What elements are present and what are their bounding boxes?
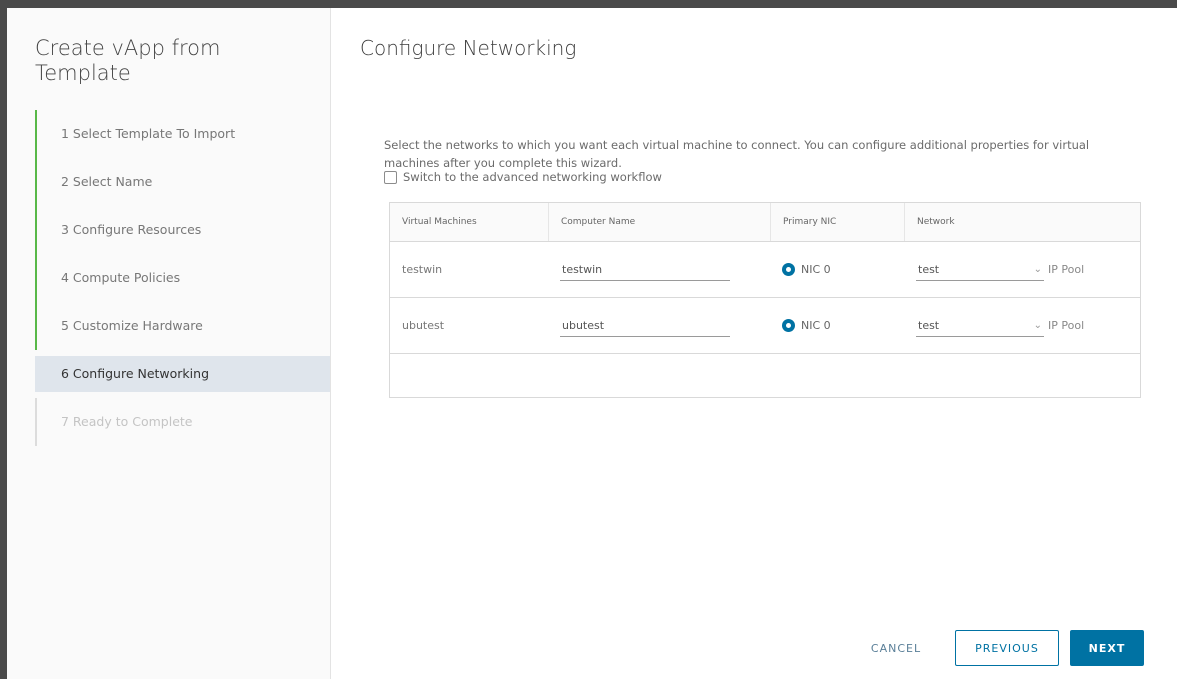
next-button[interactable]: NEXT bbox=[1070, 630, 1144, 666]
column-header-computer-name[interactable]: Computer Name bbox=[548, 203, 770, 241]
step-select-name[interactable]: 2 Select Name bbox=[35, 158, 330, 206]
column-header-network[interactable]: Network bbox=[904, 203, 1140, 241]
step-configure-networking[interactable]: 6 Configure Networking bbox=[35, 356, 330, 392]
primary-nic-radio[interactable] bbox=[782, 319, 795, 332]
network-select[interactable]: test ⌄ bbox=[916, 259, 1044, 281]
step-label: 2 Select Name bbox=[61, 174, 153, 189]
nic-label: NIC 0 bbox=[801, 319, 831, 332]
previous-button[interactable]: PREVIOUS bbox=[955, 630, 1059, 666]
step-label: 4 Compute Policies bbox=[61, 270, 181, 285]
computer-name-input[interactable] bbox=[560, 258, 730, 281]
advanced-workflow-label: Switch to the advanced networking workfl… bbox=[403, 170, 662, 184]
step-label: 7 Ready to Complete bbox=[61, 414, 193, 429]
step-label: 6 Configure Networking bbox=[61, 366, 210, 381]
step-label: 3 Configure Resources bbox=[61, 222, 202, 237]
advanced-workflow-toggle[interactable]: Switch to the advanced networking workfl… bbox=[384, 170, 662, 184]
column-header-virtual-machines[interactable]: Virtual Machines bbox=[390, 203, 548, 241]
network-value: test bbox=[918, 318, 940, 332]
step-ready-to-complete: 7 Ready to Complete bbox=[35, 398, 330, 446]
ip-mode-label: IP Pool bbox=[1048, 263, 1085, 276]
step-compute-policies[interactable]: 4 Compute Policies bbox=[35, 254, 330, 302]
cancel-button[interactable]: CANCEL bbox=[854, 630, 938, 666]
primary-nic-radio[interactable] bbox=[782, 263, 795, 276]
step-configure-resources[interactable]: 3 Configure Resources bbox=[35, 206, 330, 254]
wizard-dialog: Create vApp from Template 1 Select Templ… bbox=[0, 0, 1177, 679]
step-customize-hardware[interactable]: 5 Customize Hardware bbox=[35, 302, 330, 350]
network-value: test bbox=[918, 262, 940, 276]
ip-mode-label: IP Pool bbox=[1048, 319, 1085, 332]
column-header-primary-nic[interactable]: Primary NIC bbox=[770, 203, 904, 241]
vm-name: testwin bbox=[402, 263, 443, 276]
computer-name-input[interactable] bbox=[560, 314, 730, 337]
step-label: 5 Customize Hardware bbox=[61, 318, 203, 333]
chevron-down-icon: ⌄ bbox=[1033, 263, 1042, 275]
step-label: 1 Select Template To Import bbox=[61, 126, 236, 141]
wizard-content: Configure Networking Select the networks… bbox=[330, 8, 1177, 679]
chevron-down-icon: ⌄ bbox=[1033, 319, 1042, 331]
wizard-title: Create vApp from Template bbox=[35, 36, 221, 85]
advanced-workflow-checkbox[interactable] bbox=[384, 170, 397, 184]
table-row: ubutest NIC 0 test ⌄ IP Pool bbox=[390, 298, 1140, 354]
page-description: Select the networks to which you want ea… bbox=[384, 138, 1090, 170]
nic-label: NIC 0 bbox=[801, 263, 831, 276]
vm-name: ubutest bbox=[402, 319, 445, 332]
wizard-steps: 1 Select Template To Import 2 Select Nam… bbox=[35, 110, 330, 446]
networking-grid: Virtual Machines Computer Name Primary N… bbox=[389, 202, 1141, 398]
step-select-template[interactable]: 1 Select Template To Import bbox=[35, 110, 330, 158]
table-row: testwin NIC 0 test ⌄ IP Pool bbox=[390, 242, 1140, 298]
page-title: Configure Networking bbox=[360, 36, 577, 60]
network-select[interactable]: test ⌄ bbox=[916, 315, 1044, 337]
wizard-sidebar: Create vApp from Template 1 Select Templ… bbox=[7, 8, 331, 679]
grid-header: Virtual Machines Computer Name Primary N… bbox=[390, 203, 1140, 242]
